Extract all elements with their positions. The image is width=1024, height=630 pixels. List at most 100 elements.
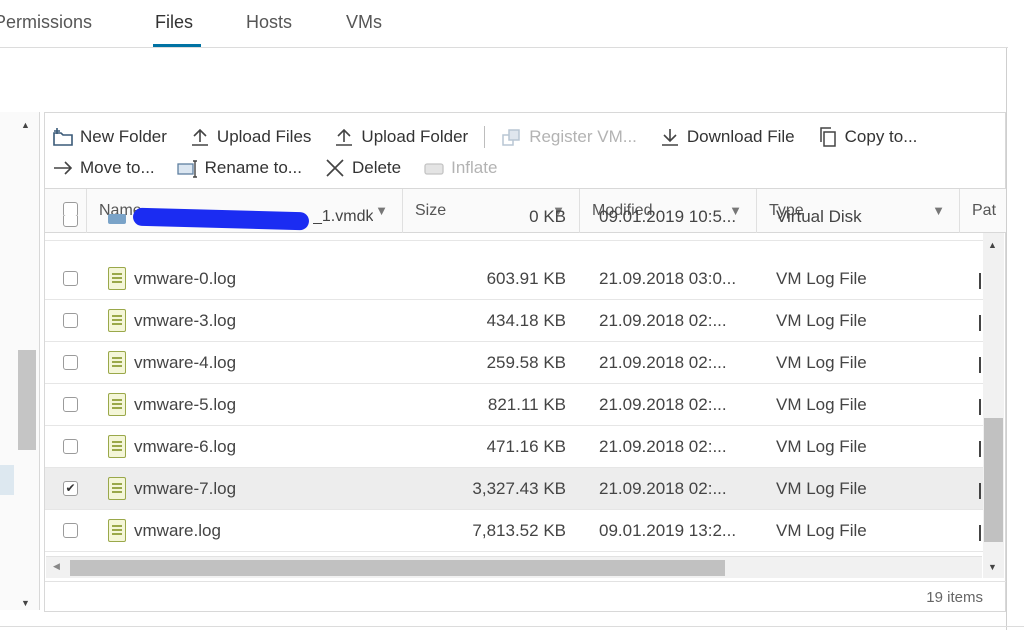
inflate-label: Inflate: [451, 158, 498, 177]
file-modified: 21.09.2018 02:...: [599, 479, 727, 498]
file-modified: 21.09.2018 03:0...: [599, 269, 737, 288]
download-file-label: Download File: [686, 127, 795, 146]
upload-files-label: Upload Files: [216, 127, 312, 146]
bottom-divider: [0, 626, 1024, 627]
delete-button[interactable]: Delete: [324, 158, 401, 178]
navigator-scrollbar-thumb[interactable]: [18, 350, 36, 450]
file-size: 471.16 KB: [486, 437, 566, 456]
file-name: vmware-4.log: [134, 353, 237, 372]
new-folder-icon: [52, 127, 74, 147]
close-icon: [324, 158, 346, 178]
scroll-down-icon[interactable]: ▼: [988, 562, 997, 572]
upload-folder-icon: [333, 127, 355, 147]
tab-bar: Permissions Files Hosts VMs: [0, 0, 1008, 48]
row-checkbox[interactable]: [63, 313, 78, 328]
toolbar-separator: [484, 126, 486, 148]
upload-icon: [189, 127, 211, 147]
path-cell-mark: [979, 441, 981, 457]
move-to-label: Move to...: [80, 158, 155, 177]
grid-vertical-scrollbar-thumb[interactable]: [984, 418, 1003, 542]
file-type: VM Log File: [776, 353, 867, 372]
path-cell-mark: [979, 525, 981, 541]
file-type: VM Log File: [776, 521, 867, 540]
row-checkbox[interactable]: [63, 355, 78, 370]
grid-horizontal-scrollbar-thumb[interactable]: [70, 560, 725, 576]
delete-label: Delete: [351, 158, 402, 177]
select-all-checkbox[interactable]: [63, 202, 78, 217]
file-modified: 09.01.2019 10:5...: [599, 207, 737, 226]
row-checkbox-cell: [45, 216, 87, 241]
copy-to-label: Copy to...: [844, 127, 918, 146]
upload-folder-button[interactable]: Upload Folder: [333, 127, 468, 147]
toolbar-row-1: New Folder Upload Files Upload Folder Re…: [52, 124, 939, 150]
tab-files[interactable]: Files: [155, 12, 193, 33]
file-name: vmware-5.log: [134, 395, 237, 414]
table-row[interactable]: vmware-4.log 259.58 KB 21.09.2018 02:...…: [45, 342, 983, 384]
arrow-right-icon: [52, 158, 74, 178]
file-type: VM Log File: [776, 311, 867, 330]
table-row[interactable]: vmware-5.log 821.11 KB 21.09.2018 02:...…: [45, 384, 983, 426]
upload-files-button[interactable]: Upload Files: [189, 127, 312, 147]
row-checkbox[interactable]: [63, 271, 78, 286]
path-column-cells: [979, 233, 981, 553]
register-vm-label: Register VM...: [529, 127, 637, 146]
file-name: vmware.log: [134, 521, 221, 540]
navigator-scroll-up-icon[interactable]: ▲: [21, 120, 30, 130]
file-type: VM Log File: [776, 437, 867, 456]
register-vm-icon: [501, 127, 523, 147]
path-cell-mark: [979, 273, 981, 289]
row-checkbox[interactable]: [63, 397, 78, 412]
items-count: 19 items: [926, 589, 983, 606]
row-checkbox[interactable]: ✔: [63, 481, 78, 496]
table-row[interactable]: ✔ vmware-7.log 3,327.43 KB 21.09.2018 02…: [45, 468, 983, 510]
navigator-scroll-down-icon[interactable]: ▼: [21, 598, 30, 608]
file-type: VM Log File: [776, 395, 867, 414]
rename-to-label: Rename to...: [204, 158, 302, 177]
file-modified: 21.09.2018 02:...: [599, 311, 727, 330]
new-folder-label: New Folder: [80, 127, 167, 146]
tab-permissions[interactable]: Permissions: [0, 12, 92, 33]
navigator-selected-item[interactable]: [0, 465, 14, 495]
file-name: vmware-6.log: [134, 437, 237, 456]
rename-to-button[interactable]: Rename to...: [176, 158, 302, 178]
virtual-disk-icon: [108, 214, 126, 224]
table-row[interactable]: vmware-6.log 471.16 KB 21.09.2018 02:...…: [45, 426, 983, 468]
redaction-mark: [132, 207, 310, 231]
table-row[interactable]: vmware.log 7,813.52 KB 09.01.2019 13:2..…: [45, 510, 983, 552]
table-row[interactable]: vmware-0.log 603.91 KB 21.09.2018 03:0..…: [45, 258, 983, 300]
log-file-icon: [108, 393, 126, 416]
path-cell-mark: [979, 315, 981, 331]
file-type: Virtual Disk: [776, 207, 862, 226]
file-size: 434.18 KB: [486, 311, 566, 330]
inflate-button[interactable]: Inflate: [423, 158, 497, 178]
move-to-button[interactable]: Move to...: [52, 158, 155, 178]
tab-hosts[interactable]: Hosts: [246, 12, 292, 33]
log-file-icon: [108, 309, 126, 332]
path-cell-mark: [979, 357, 981, 373]
rename-icon: [176, 158, 199, 178]
file-modified: 21.09.2018 02:...: [599, 395, 727, 414]
file-modified: 21.09.2018 02:...: [599, 353, 727, 372]
copy-to-button[interactable]: Copy to...: [817, 127, 918, 147]
scroll-up-icon[interactable]: ▲: [988, 240, 997, 250]
tab-vms[interactable]: VMs: [346, 12, 382, 33]
scroll-left-icon[interactable]: ◀: [53, 561, 60, 572]
row-checkbox[interactable]: [63, 523, 78, 538]
file-size: 603.91 KB: [486, 269, 566, 288]
file-name: vmware-7.log: [134, 479, 237, 498]
download-icon: [659, 127, 681, 147]
new-folder-button[interactable]: New Folder: [52, 127, 167, 147]
register-vm-button[interactable]: Register VM...: [501, 127, 637, 147]
page-divider: [1006, 48, 1007, 630]
file-name: vmware-3.log: [134, 311, 237, 330]
table-row[interactable]: vmware-3.log 434.18 KB 21.09.2018 02:...…: [45, 300, 983, 342]
file-size: 821.11 KB: [487, 395, 566, 414]
active-tab-indicator: [153, 44, 201, 47]
path-cell-mark: [979, 483, 981, 499]
file-size: 3,327.43 KB: [472, 479, 566, 498]
download-file-button[interactable]: Download File: [659, 127, 795, 147]
disk-icon: [423, 158, 445, 178]
row-checkbox[interactable]: [63, 216, 78, 227]
row-checkbox[interactable]: [63, 439, 78, 454]
table-row[interactable]: _1.vmdk 0 KB 09.01.2019 10:5... Virtual …: [45, 207, 983, 241]
